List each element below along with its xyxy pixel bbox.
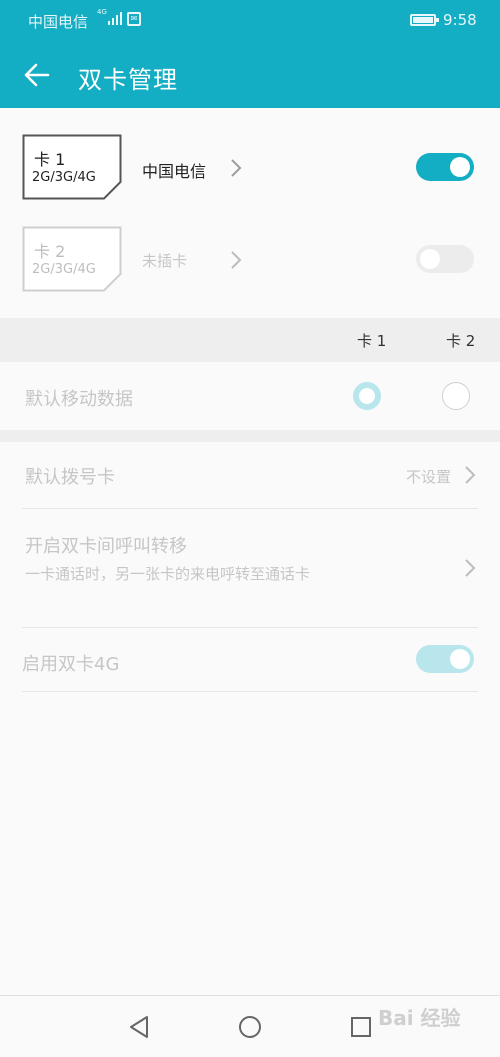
arrow-left-icon[interactable] bbox=[22, 60, 52, 90]
divider bbox=[22, 508, 478, 509]
data-card2-radio[interactable] bbox=[442, 382, 470, 410]
status-carrier: 中国电信 bbox=[28, 13, 89, 31]
chevron-right-icon[interactable] bbox=[230, 158, 242, 178]
page-title: 双卡管理 bbox=[78, 66, 178, 94]
sim1-toggle[interactable] bbox=[416, 153, 474, 181]
sim2-card-icon: 卡 2 2G/3G/4G bbox=[22, 226, 122, 292]
settings-content: 卡 1 2G/3G/4G 中国电信 卡 2 2G/3G/4G 未插卡 卡 1 卡… bbox=[0, 108, 500, 995]
sim1-label: 卡 1 bbox=[34, 150, 66, 169]
sim2-label: 卡 2 bbox=[34, 242, 66, 261]
sim1-generations: 2G/3G/4G bbox=[32, 170, 96, 185]
chevron-right-icon[interactable] bbox=[464, 465, 476, 485]
back-triangle-icon[interactable] bbox=[125, 1012, 155, 1042]
column-header-band bbox=[0, 318, 500, 362]
divider bbox=[22, 691, 478, 692]
toggle-knob bbox=[450, 157, 470, 177]
chevron-right-icon[interactable] bbox=[230, 250, 242, 270]
dual-4g-label: 启用双卡4G bbox=[22, 654, 120, 675]
sim2-generations: 2G/3G/4G bbox=[32, 262, 96, 277]
data-card1-radio[interactable] bbox=[353, 382, 381, 410]
toggle-knob bbox=[450, 649, 470, 669]
toggle-knob bbox=[420, 249, 440, 269]
column-header-card2: 卡 2 bbox=[446, 332, 476, 350]
baidu-watermark: Bai 经验 bbox=[378, 1006, 461, 1030]
sim2-toggle[interactable] bbox=[416, 245, 474, 273]
app-bar: 双卡管理 bbox=[0, 40, 500, 108]
default-dial-label[interactable]: 默认拨号卡 bbox=[25, 463, 115, 489]
divider bbox=[22, 627, 478, 628]
sim2-carrier[interactable]: 未插卡 bbox=[142, 250, 187, 271]
network-type: 4G bbox=[97, 8, 107, 16]
battery-icon bbox=[410, 14, 439, 26]
sim1-carrier[interactable]: 中国电信 bbox=[142, 158, 206, 182]
default-data-label: 默认移动数据 bbox=[25, 389, 133, 410]
sim1-card-icon: 卡 1 2G/3G/4G bbox=[22, 134, 122, 200]
default-dial-value[interactable]: 不设置 bbox=[406, 466, 451, 487]
sim-icon: ✉ bbox=[127, 12, 141, 26]
signal-icon bbox=[108, 12, 122, 25]
call-forward-description: 一卡通话时，另一张卡的来电呼转至通话卡 bbox=[25, 565, 311, 583]
home-circle-icon[interactable] bbox=[235, 1012, 265, 1042]
status-bar: 中国电信 4G ✉ 9:58 bbox=[0, 0, 500, 40]
recents-square-icon[interactable] bbox=[346, 1012, 376, 1042]
section-separator bbox=[0, 430, 500, 442]
clock: 9:58 bbox=[443, 11, 477, 29]
chevron-right-icon[interactable] bbox=[464, 558, 476, 578]
column-header-card1: 卡 1 bbox=[357, 332, 387, 350]
call-forward-title[interactable]: 开启双卡间呼叫转移 bbox=[25, 532, 187, 558]
dual-4g-toggle[interactable] bbox=[416, 645, 474, 673]
